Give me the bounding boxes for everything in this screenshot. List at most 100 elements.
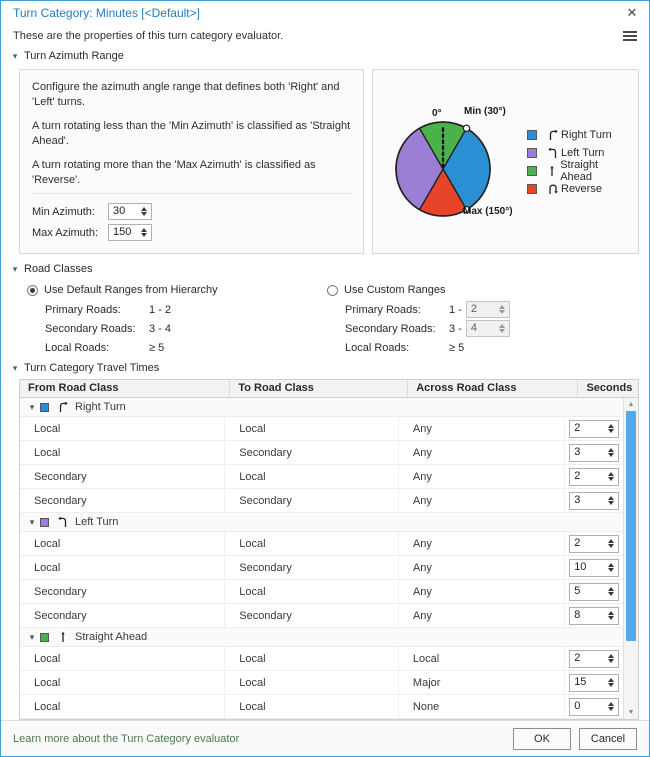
cell-to-road-class: Secondary	[225, 604, 399, 627]
chevron-down-icon[interactable]: ▾	[26, 632, 38, 643]
seconds-stepper[interactable]: 10	[569, 559, 619, 577]
max-azimuth-stepper[interactable]: 150	[108, 224, 152, 241]
stepper-arrows-icon[interactable]	[608, 587, 616, 596]
table-row[interactable]: LocalLocalNone0	[20, 695, 623, 719]
diagram-min-label: Min (30°)	[464, 106, 506, 117]
stepper-arrows-icon[interactable]	[608, 539, 616, 548]
scrollbar-track[interactable]	[624, 411, 638, 706]
cell-across-road-class: None	[399, 695, 565, 718]
stepper-arrows-icon[interactable]	[499, 305, 507, 314]
turn-category-dialog: Turn Category: Minutes [<Default>] ✕ The…	[0, 0, 650, 757]
cell-from-road-class: Local	[20, 532, 225, 555]
row-label: Local Roads:	[345, 342, 449, 354]
cell-from-road-class: Secondary	[20, 465, 225, 488]
cell-across-road-class: Major	[399, 671, 565, 694]
min-azimuth-row: Min Azimuth: 30	[32, 203, 351, 220]
table-row[interactable]: LocalLocalAny2	[20, 532, 623, 556]
range-prefix: 1 -	[449, 304, 462, 316]
stepper-arrows-icon[interactable]	[608, 472, 616, 481]
custom-primary-roads-stepper[interactable]: 2	[466, 301, 510, 318]
section-header-road-classes[interactable]: ▾ Road Classes	[1, 260, 649, 278]
azimuth-panels: Configure the azimuth angle range that d…	[1, 65, 649, 260]
table-row[interactable]: SecondarySecondaryAny3	[20, 489, 623, 513]
cell-from-road-class: Local	[20, 441, 225, 464]
seconds-stepper[interactable]: 15	[569, 674, 619, 692]
table-row[interactable]: LocalLocalLocal2	[20, 647, 623, 671]
stepper-value: 2	[471, 302, 499, 317]
min-azimuth-stepper[interactable]: 30	[108, 203, 152, 220]
road-classes-body: Use Default Ranges from Hierarchy Primar…	[1, 278, 649, 359]
table-vertical-scrollbar[interactable]: ▲ ▼	[623, 398, 638, 719]
chevron-down-icon[interactable]: ▾	[26, 402, 38, 413]
stepper-arrows-icon[interactable]	[499, 324, 507, 333]
column-header-across-road-class[interactable]: Across Road Class	[408, 380, 578, 397]
cell-across-road-class: Any	[399, 465, 565, 488]
stepper-arrows-icon[interactable]	[608, 611, 616, 620]
seconds-stepper[interactable]: 5	[569, 583, 619, 601]
table-row[interactable]: SecondaryLocalAny2	[20, 465, 623, 489]
ok-button[interactable]: OK	[513, 728, 571, 750]
cell-seconds: 15	[565, 671, 623, 694]
seconds-stepper[interactable]: 2	[569, 650, 619, 668]
close-icon[interactable]: ✕	[623, 4, 641, 22]
azimuth-desc-line-2: A turn rotating less than the 'Min Azimu…	[32, 119, 351, 149]
seconds-stepper[interactable]: 3	[569, 444, 619, 462]
stepper-arrows-icon[interactable]	[608, 702, 616, 711]
stepper-arrows-icon[interactable]	[608, 424, 616, 433]
scrollbar-thumb[interactable]	[626, 411, 636, 641]
chevron-down-icon: ▾	[9, 264, 21, 275]
table-row[interactable]: LocalSecondaryAny3	[20, 441, 623, 465]
scroll-down-icon[interactable]: ▼	[624, 706, 638, 719]
stepper-arrows-icon[interactable]	[141, 228, 149, 237]
custom-secondary-roads-stepper[interactable]: 4	[466, 320, 510, 337]
seconds-stepper[interactable]: 0	[569, 698, 619, 716]
table-row[interactable]: LocalLocalAny2	[20, 417, 623, 441]
stepper-arrows-icon[interactable]	[608, 496, 616, 505]
seconds-stepper[interactable]: 2	[569, 420, 619, 438]
azimuth-desc-line-3: A turn rotating more than the 'Max Azimu…	[32, 158, 351, 188]
straight-arrow-icon	[545, 165, 560, 177]
seconds-stepper[interactable]: 2	[569, 535, 619, 553]
cell-to-road-class: Secondary	[225, 489, 399, 512]
cancel-button[interactable]: Cancel	[579, 728, 637, 750]
table-row[interactable]: SecondaryLocalAny5	[20, 580, 623, 604]
cell-to-road-class: Secondary	[225, 441, 399, 464]
cell-seconds: 10	[565, 556, 623, 579]
menu-icon[interactable]	[623, 27, 641, 45]
section-header-turn-azimuth-range[interactable]: ▾ Turn Azimuth Range	[1, 47, 649, 65]
learn-more-link[interactable]: Learn more about the Turn Category evalu…	[13, 733, 505, 745]
column-header-seconds[interactable]: Seconds	[578, 380, 638, 397]
range-prefix: 3 -	[449, 323, 462, 335]
column-header-from-road-class[interactable]: From Road Class	[20, 380, 230, 397]
column-header-to-road-class[interactable]: To Road Class	[230, 380, 408, 397]
table-row[interactable]: LocalLocalMajor15	[20, 671, 623, 695]
table-body: ▾Right TurnLocalLocalAny2LocalSecondaryA…	[20, 398, 623, 719]
seconds-stepper[interactable]: 8	[569, 607, 619, 625]
cell-seconds: 2	[565, 465, 623, 488]
stepper-arrows-icon[interactable]	[608, 654, 616, 663]
radio-use-custom-ranges[interactable]: Use Custom Ranges	[327, 280, 627, 300]
table-row[interactable]: LocalSecondaryAny10	[20, 556, 623, 580]
table-row[interactable]: SecondarySecondaryAny8	[20, 604, 623, 628]
group-header-right-turn[interactable]: ▾Right Turn	[20, 398, 623, 417]
stepper-arrows-icon[interactable]	[608, 678, 616, 687]
scroll-up-icon[interactable]: ▲	[624, 398, 638, 411]
radio-label: Use Custom Ranges	[344, 284, 446, 296]
cell-from-road-class: Local	[20, 671, 225, 694]
chevron-down-icon[interactable]: ▾	[26, 517, 38, 528]
stepper-value: 4	[471, 321, 499, 336]
group-header-straight-ahead[interactable]: ▾ Straight Ahead	[20, 628, 623, 647]
seconds-value: 3	[574, 493, 608, 508]
seconds-stepper[interactable]: 3	[569, 492, 619, 510]
cell-from-road-class: Local	[20, 647, 225, 670]
stepper-arrows-icon[interactable]	[608, 448, 616, 457]
group-label: Straight Ahead	[75, 631, 147, 643]
section-header-travel-times[interactable]: ▾ Turn Category Travel Times	[1, 359, 649, 377]
group-header-left-turn[interactable]: ▾Left Turn	[20, 513, 623, 532]
cell-seconds: 3	[565, 441, 623, 464]
radio-use-default-ranges[interactable]: Use Default Ranges from Hierarchy	[27, 280, 327, 300]
seconds-stepper[interactable]: 2	[569, 468, 619, 486]
row-label: Secondary Roads:	[345, 323, 449, 335]
stepper-arrows-icon[interactable]	[608, 563, 616, 572]
stepper-arrows-icon[interactable]	[141, 207, 149, 216]
